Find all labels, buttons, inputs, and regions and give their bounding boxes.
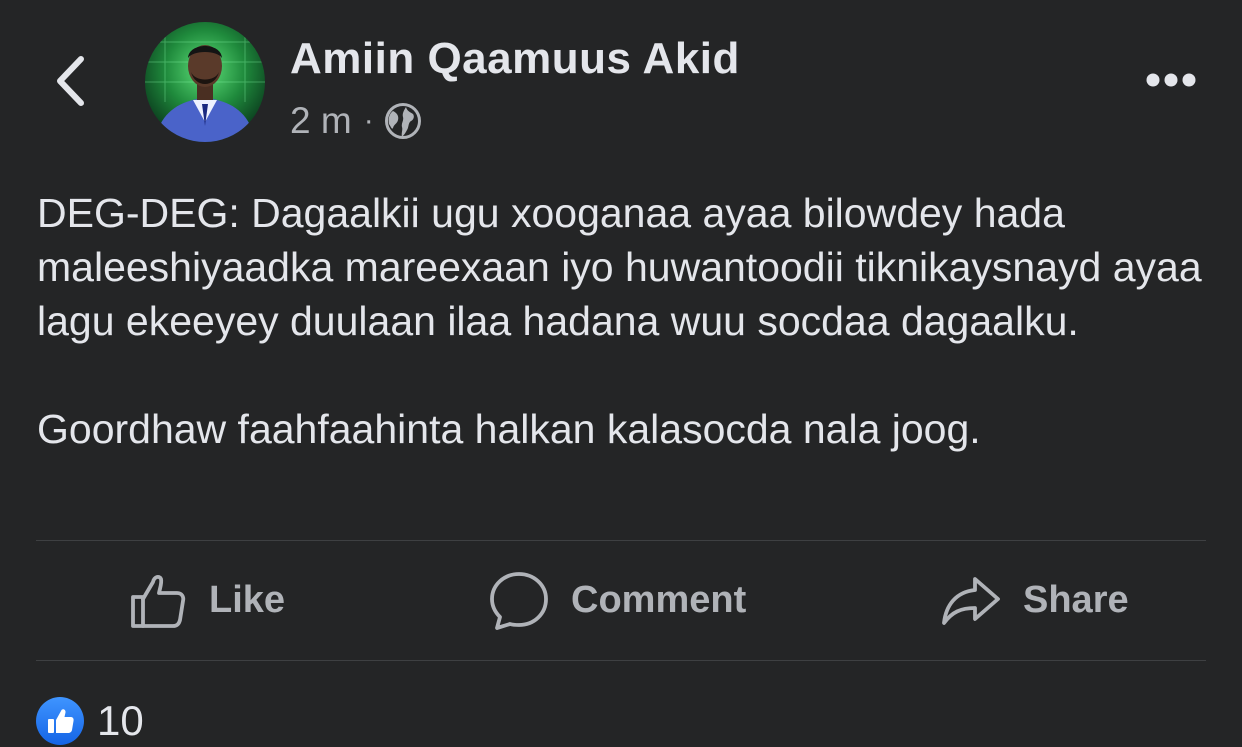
avatar[interactable]	[145, 22, 265, 142]
comment-bubble-icon	[489, 571, 549, 631]
chevron-left-icon	[57, 56, 84, 106]
post-body: DEG-DEG: Dagaalkii ugu xooganaa ayaa bil…	[37, 186, 1207, 456]
share-arrow-icon	[941, 575, 1001, 627]
reactions-summary[interactable]: 10	[36, 696, 144, 746]
action-bar: Like Comment Share	[36, 541, 1206, 660]
like-label: Like	[209, 579, 286, 621]
more-options-button[interactable]	[1140, 62, 1202, 98]
reaction-count: 10	[97, 697, 144, 744]
more-horizontal-icon	[1146, 73, 1196, 87]
globe-icon[interactable]	[384, 102, 422, 140]
share-button[interactable]: Share	[941, 541, 1129, 660]
like-button[interactable]: Like	[129, 541, 285, 660]
facebook-post: Amiin Qaamuus Akid 2 m · DEG-DEG: Dagaal…	[0, 0, 1242, 747]
comment-button[interactable]: Comment	[489, 541, 746, 660]
post-paragraph: DEG-DEG: Dagaalkii ugu xooganaa ayaa bil…	[37, 190, 1202, 344]
post-meta: 2 m ·	[290, 100, 422, 142]
post-timestamp[interactable]: 2 m	[290, 100, 352, 142]
post-paragraph: Goordhaw faahfaahinta halkan kalasocda n…	[37, 406, 981, 452]
share-label: Share	[1023, 579, 1129, 621]
author-name[interactable]: Amiin Qaamuus Akid	[290, 34, 740, 84]
meta-separator: ·	[363, 104, 374, 137]
back-button[interactable]	[48, 52, 92, 110]
thumbs-up-icon	[36, 697, 84, 745]
divider-bottom	[36, 660, 1206, 661]
comment-label: Comment	[571, 579, 747, 621]
thumbs-up-outline-icon	[129, 572, 187, 630]
